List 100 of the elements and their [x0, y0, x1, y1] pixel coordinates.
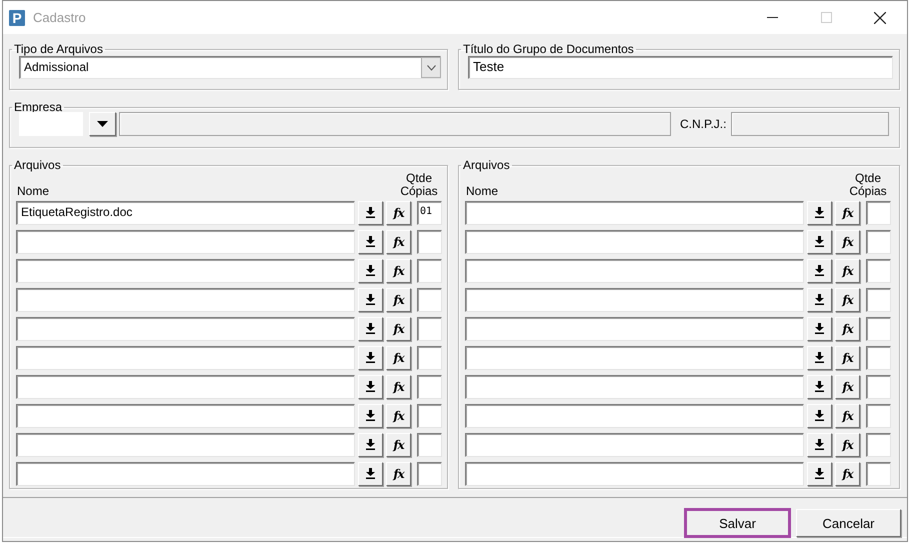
formula-button[interactable]: fx [386, 374, 411, 398]
download-button[interactable] [807, 374, 832, 398]
copies-field[interactable] [417, 316, 442, 340]
download-button[interactable] [807, 200, 832, 224]
file-type-dropdown[interactable]: Admissional [19, 56, 441, 79]
file-name-field[interactable] [16, 288, 355, 312]
file-name-field[interactable] [465, 346, 804, 370]
download-button[interactable] [807, 316, 832, 340]
file-name-field[interactable] [16, 404, 355, 428]
formula-button[interactable]: fx [386, 288, 411, 312]
file-name-field[interactable] [16, 230, 355, 254]
download-button[interactable] [807, 346, 832, 370]
copies-field[interactable] [417, 346, 442, 370]
copies-field[interactable] [866, 288, 891, 312]
download-button[interactable] [358, 404, 383, 428]
download-button[interactable] [358, 258, 383, 282]
cnpj-label: C.N.P.J.: [680, 117, 726, 131]
download-icon [366, 207, 375, 218]
file-name-field[interactable] [16, 432, 355, 456]
download-icon [366, 236, 375, 247]
copies-field[interactable] [866, 258, 891, 282]
copies-field[interactable] [417, 258, 442, 282]
formula-button[interactable]: fx [386, 200, 411, 224]
formula-button[interactable]: fx [386, 462, 411, 486]
download-icon [815, 410, 824, 421]
formula-button[interactable]: fx [835, 316, 860, 340]
copies-field[interactable] [866, 316, 891, 340]
column-header: Nome [16, 184, 50, 198]
copies-field[interactable] [866, 404, 891, 428]
window-title: Cadastro [33, 10, 87, 25]
copies-field[interactable] [866, 432, 891, 456]
formula-button[interactable]: fx [386, 258, 411, 282]
formula-button[interactable]: fx [386, 346, 411, 370]
file-name-field[interactable] [465, 462, 804, 486]
download-button[interactable] [807, 258, 832, 282]
file-name-field[interactable] [16, 462, 355, 486]
file-name-field[interactable] [16, 346, 355, 370]
formula-button[interactable]: fx [386, 404, 411, 428]
file-name-field[interactable] [16, 374, 355, 398]
download-button[interactable] [807, 230, 832, 254]
group-title-field[interactable]: Teste [468, 56, 893, 79]
copies-field[interactable] [866, 462, 891, 486]
download-button[interactable] [807, 288, 832, 312]
file-name-field[interactable] [465, 288, 804, 312]
copies-field[interactable] [417, 230, 442, 254]
formula-button[interactable]: fx [835, 346, 860, 370]
formula-button[interactable]: fx [835, 200, 860, 224]
group-label: Arquivos [462, 158, 511, 172]
formula-button[interactable]: fx [386, 432, 411, 456]
cancel-button[interactable]: Cancelar [796, 509, 901, 537]
download-button[interactable] [807, 404, 832, 428]
file-name-field[interactable]: EtiquetaRegistro.doc [16, 200, 355, 224]
dropdown-button[interactable] [89, 112, 116, 136]
file-name-field[interactable] [465, 200, 804, 224]
download-icon [366, 439, 375, 450]
download-button[interactable] [807, 462, 832, 486]
formula-button[interactable]: fx [835, 258, 860, 282]
download-button[interactable] [358, 316, 383, 340]
copies-field[interactable] [417, 432, 442, 456]
file-name-field[interactable] [16, 316, 355, 340]
file-name-field[interactable] [465, 404, 804, 428]
download-icon [366, 352, 375, 363]
download-button[interactable] [358, 346, 383, 370]
copies-field[interactable] [866, 230, 891, 254]
file-name-field[interactable] [16, 258, 355, 282]
download-button[interactable] [358, 432, 383, 456]
download-button[interactable] [358, 288, 383, 312]
copies-field[interactable] [417, 288, 442, 312]
formula-button[interactable]: fx [835, 432, 860, 456]
formula-button[interactable]: fx [386, 316, 411, 340]
copies-field[interactable] [866, 346, 891, 370]
copies-field[interactable] [417, 462, 442, 486]
formula-button[interactable]: fx [835, 288, 860, 312]
download-icon [815, 468, 824, 479]
copies-field[interactable] [866, 200, 891, 224]
file-name-field[interactable] [465, 230, 804, 254]
save-button[interactable]: Salvar [685, 509, 790, 537]
download-button[interactable] [358, 200, 383, 224]
file-name-field[interactable] [465, 316, 804, 340]
file-name-field[interactable] [465, 374, 804, 398]
copies-field[interactable] [866, 374, 891, 398]
formula-button[interactable]: fx [835, 374, 860, 398]
caret-down-icon [97, 121, 108, 127]
file-name-field[interactable] [465, 432, 804, 456]
download-button[interactable] [807, 432, 832, 456]
copies-field[interactable] [417, 374, 442, 398]
download-icon [815, 352, 824, 363]
download-button[interactable] [358, 230, 383, 254]
copies-field[interactable] [417, 404, 442, 428]
copies-field[interactable]: 01 [417, 200, 442, 224]
group-label: Empresa [13, 100, 64, 114]
download-button[interactable] [358, 462, 383, 486]
formula-button[interactable]: fx [835, 230, 860, 254]
group-label: Arquivos [13, 158, 62, 172]
formula-button[interactable]: fx [835, 462, 860, 486]
formula-button[interactable]: fx [835, 404, 860, 428]
formula-button[interactable]: fx [386, 230, 411, 254]
download-icon [366, 323, 375, 334]
download-button[interactable] [358, 374, 383, 398]
file-name-field[interactable] [465, 258, 804, 282]
